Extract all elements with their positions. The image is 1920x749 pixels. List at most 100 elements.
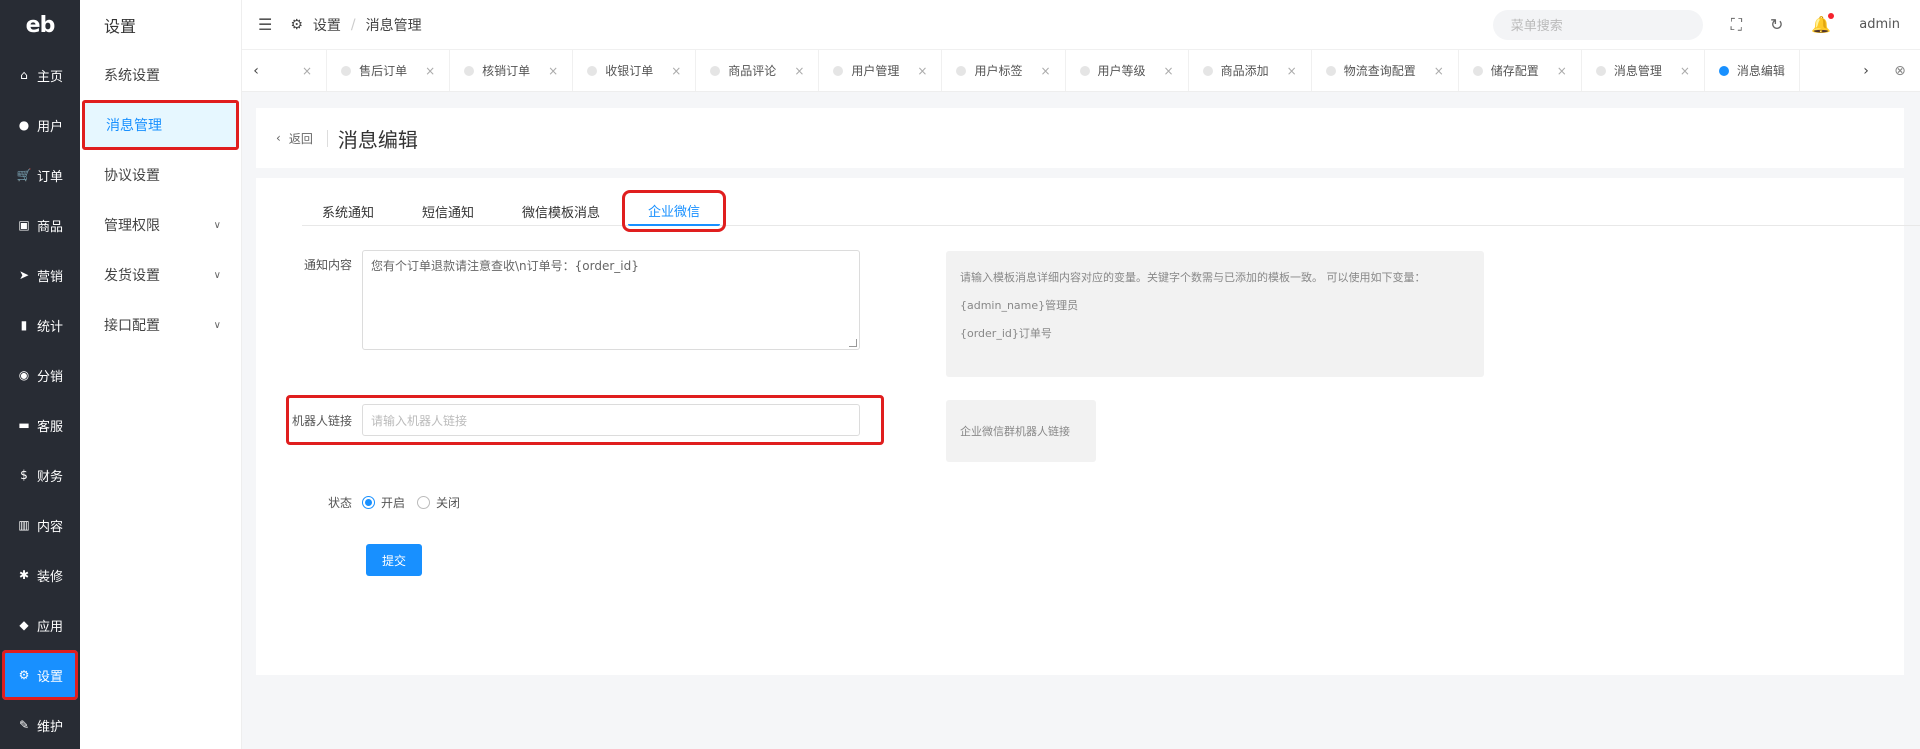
sub-nav-item-3[interactable]: 管理权限 ∨ [80,200,241,250]
tab-label: 商品添加 [1220,64,1269,78]
status-off-label[interactable]: 关闭 [436,494,460,511]
chevron-left-icon: ‹ [276,131,281,145]
tab-label: 用户标签 [974,64,1023,78]
page-tab-12[interactable]: 消息编辑 [1705,50,1800,91]
content-textarea[interactable]: 您有个订单退款请注意查收\n订单号：{order_id} [362,250,860,350]
tab-status-dot [710,65,721,76]
sub-nav-item-1[interactable]: 消息管理 [82,100,239,150]
sub-nav-label: 接口配置 [104,318,160,334]
back-button[interactable]: ‹ 返回 [276,129,328,147]
content-label: 通知内容 [303,258,352,272]
close-icon[interactable]: × [1557,64,1567,78]
fullscreen-icon[interactable]: ⛶ [1731,15,1742,35]
content-tab-2[interactable]: 微信模板消息 [502,196,620,226]
sub-nav-item-4[interactable]: 发货设置 ∨ [80,250,241,300]
close-icon[interactable]: × [1287,64,1297,78]
main-nav-label: 财务 [36,469,63,485]
stats-icon: ▮ [20,318,28,332]
close-icon[interactable]: × [425,64,435,78]
page-tab-4[interactable]: 商品评论 × [696,50,820,91]
resize-handle-icon[interactable] [849,339,857,347]
close-icon[interactable]: × [794,64,804,78]
page-tab-11[interactable]: 消息管理 × [1582,50,1705,91]
marketing-icon: ➤ [18,268,30,282]
close-icon[interactable]: × [1434,64,1444,78]
logo[interactable]: eb [0,0,80,50]
main-nav-item-11[interactable]: ◆ 应用 [0,600,80,650]
sub-nav-label: 管理权限 [104,218,160,234]
status-on-radio[interactable] [362,496,375,509]
sub-nav-label: 消息管理 [106,118,162,134]
refresh-icon[interactable]: ↻ [1770,15,1783,34]
main-nav-item-10[interactable]: ✱ 装修 [0,550,80,600]
decorate-icon: ✱ [18,568,30,582]
content-tab-3[interactable]: 企业微信 [622,190,727,232]
user-name[interactable]: admin [1859,17,1900,32]
page-tab-8[interactable]: 商品添加 × [1189,50,1312,91]
content-tab-0[interactable]: 系统通知 [302,196,394,226]
page-tab-6[interactable]: 用户标签 × [942,50,1066,91]
main-nav-item-7[interactable]: ▬ 客服 [0,400,80,450]
main-nav-item-12[interactable]: ⚙ 设置 [2,650,78,700]
status-row: 状态 开启 关闭 [292,494,460,511]
breadcrumb-root[interactable]: 设置 [313,15,341,35]
chevron-down-icon: ∨ [213,219,221,231]
page-tab-3[interactable]: 收银订单 × [573,50,697,91]
menu-toggle-icon[interactable]: ☰ [258,15,272,34]
page-tab-2[interactable]: 核销订单 × [450,50,574,91]
bell-icon[interactable]: 🔔 [1811,13,1835,34]
sub-nav-item-0[interactable]: 系统设置 [80,50,241,100]
chevron-down-icon: ∨ [213,269,221,281]
tab-status-dot [1595,65,1606,76]
tab-status-dot [1202,65,1213,76]
page-tab-10[interactable]: 储存配置 × [1459,50,1582,91]
close-icon[interactable]: × [548,64,558,78]
distribution-icon: ◉ [18,368,30,382]
close-icon[interactable]: × [917,64,927,78]
submit-button[interactable]: 提交 [366,544,422,576]
close-icon[interactable]: × [671,64,681,78]
breadcrumb: ⚙ 设置 / 消息管理 [290,15,421,35]
close-icon[interactable]: × [1040,64,1050,78]
sub-nav-item-5[interactable]: 接口配置 ∨ [80,300,241,350]
page-tab-7[interactable]: 用户等级 × [1066,50,1189,91]
main-nav-label: 用户 [36,119,63,135]
main-nav-item-4[interactable]: ➤ 营销 [0,250,80,300]
robot-link-input[interactable]: 请输入机器人链接 [362,404,860,436]
close-all-tabs-icon[interactable]: ⊗ [1880,63,1920,79]
gear-icon: ⚙ [18,668,30,682]
status-off-radio[interactable] [417,496,431,509]
main-nav-item-13[interactable]: ✎ 维护 [0,700,80,749]
tab-status-dot [587,65,598,76]
main-nav-item-1[interactable]: ● 用户 [0,100,80,150]
main-nav-item-2[interactable]: 🛒 订单 [0,150,80,200]
tab-label: 消息管理 [1613,64,1662,78]
tab-status-dot [1325,65,1336,76]
menu-search-input[interactable]: 菜单搜索 [1492,9,1703,40]
close-icon[interactable]: × [302,64,312,78]
sub-nav-item-2[interactable]: 协议设置 [80,150,241,200]
tabs-scroll-right-icon[interactable]: › [1852,63,1880,79]
main-nav-item-9[interactable]: ▥ 内容 [0,500,80,550]
page-tab-9[interactable]: 物流查询配置 × [1312,50,1459,91]
page-tab-5[interactable]: 用户管理 × [819,50,943,91]
main-nav-label: 内容 [36,519,63,535]
main-nav-item-6[interactable]: ◉ 分销 [0,350,80,400]
tab-label: 商品评论 [728,64,777,78]
page-tab-0[interactable]: × [270,50,328,91]
main-nav-item-0[interactable]: ⌂ 主页 [0,50,80,100]
content-hint-line-2: {admin_name}管理员 [960,299,1079,312]
status-label: 状态 [327,496,352,510]
content-tabs: 系统通知 短信通知 微信模板消息 企业微信 [302,190,1920,232]
page-tab-1[interactable]: 售后订单 × [327,50,451,91]
tabs-scroll-left-icon[interactable]: ‹ [242,63,270,79]
close-icon[interactable]: × [1164,64,1174,78]
close-icon[interactable]: × [1680,64,1690,78]
sub-sidebar-title: 设置 [104,17,137,36]
main-nav-item-3[interactable]: ▣ 商品 [0,200,80,250]
main-nav-item-8[interactable]: $ 财务 [0,450,80,500]
status-on-label[interactable]: 开启 [381,494,405,511]
content-tab-1[interactable]: 短信通知 [402,196,494,226]
main-nav-label: 主页 [36,69,63,85]
main-nav-item-5[interactable]: ▮ 统计 [0,300,80,350]
